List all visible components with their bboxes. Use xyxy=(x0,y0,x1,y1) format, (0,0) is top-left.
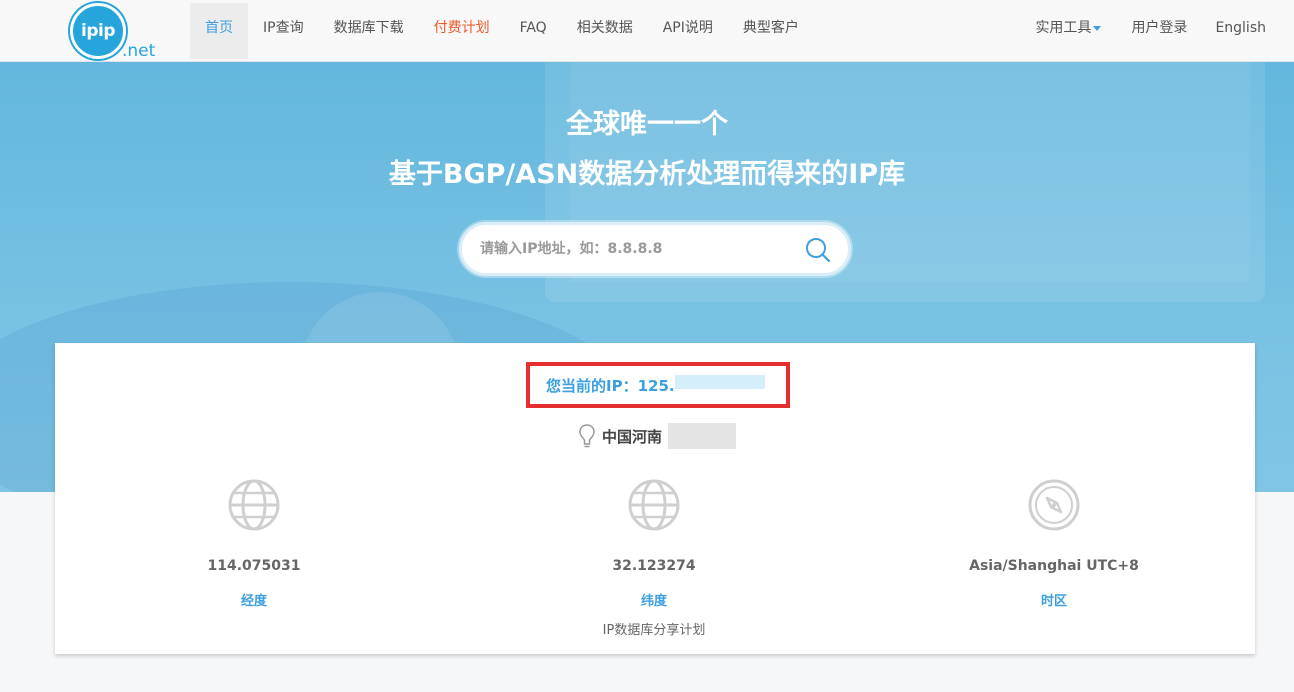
nav-english[interactable]: English xyxy=(1215,3,1294,59)
nav-faq[interactable]: FAQ xyxy=(505,3,562,59)
stat-longitude: 114.075031 经度 xyxy=(104,478,404,609)
nav-home[interactable]: 首页 xyxy=(190,3,248,59)
logo-badge: ipip xyxy=(70,3,126,59)
location-text: 中国河南 xyxy=(602,427,663,446)
site-logo[interactable]: ipip .net xyxy=(70,3,162,61)
ip-search-box xyxy=(459,222,851,276)
hero-title: 全球唯一一个 xyxy=(566,109,728,140)
share-plan-link[interactable]: IP数据库分享计划 xyxy=(504,619,804,638)
stat-timezone: Asia/Shanghai UTC+8 时区 xyxy=(904,478,1204,609)
latitude-label: 纬度 xyxy=(640,594,667,609)
hero-subtitle: 基于BGP/ASN数据分析处理而得来的IP库 xyxy=(388,159,906,190)
nav-right: 实用工具 用户登录 English xyxy=(1035,3,1294,59)
nav-api-docs[interactable]: API说明 xyxy=(648,3,728,59)
nav-login[interactable]: 用户登录 xyxy=(1131,3,1215,59)
nav-related-data[interactable]: 相关数据 xyxy=(562,3,648,59)
ip-search-input[interactable] xyxy=(480,237,790,261)
chevron-down-icon xyxy=(1093,25,1102,31)
globe-icon xyxy=(628,479,680,531)
longitude-value: 114.075031 xyxy=(207,558,301,574)
longitude-label: 经度 xyxy=(240,594,267,609)
compass-icon xyxy=(1028,479,1080,531)
ip-redaction xyxy=(675,375,765,389)
nav-tools-label: 实用工具 xyxy=(1035,20,1092,36)
location: 中国河南 xyxy=(577,423,662,449)
logo-text: ipip xyxy=(81,21,116,41)
stat-latitude: 32.123274 纬度 IP数据库分享计划 xyxy=(504,478,804,638)
timezone-value: Asia/Shanghai UTC+8 xyxy=(969,558,1139,574)
nav-ip-lookup[interactable]: IP查询 xyxy=(248,3,319,59)
top-navbar: ipip .net 首页 IP查询 数据库下载 付费计划 FAQ 相关数据 AP… xyxy=(0,0,1294,62)
latitude-value: 32.123274 xyxy=(612,558,696,574)
logo-suffix: .net xyxy=(122,41,156,61)
nav-paid-plan[interactable]: 付费计划 xyxy=(419,3,505,59)
current-ip-text: 您当前的IP：125. xyxy=(546,377,675,395)
search-button[interactable] xyxy=(804,236,832,264)
main-nav: 首页 IP查询 数据库下载 付费计划 FAQ 相关数据 API说明 典型客户 xyxy=(190,3,814,59)
nav-database-download[interactable]: 数据库下载 xyxy=(319,3,419,59)
nav-tools-dropdown[interactable]: 实用工具 xyxy=(1035,3,1131,59)
ip-info-card: 您当前的IP：125. 中国河南 114.075031 经度 32.123274 xyxy=(55,343,1255,654)
globe-icon xyxy=(228,479,280,531)
location-pin-icon xyxy=(579,424,595,448)
search-icon xyxy=(806,238,831,263)
timezone-label: 时区 xyxy=(1040,594,1067,609)
nav-customers[interactable]: 典型客户 xyxy=(728,3,814,59)
location-redaction xyxy=(668,423,736,449)
